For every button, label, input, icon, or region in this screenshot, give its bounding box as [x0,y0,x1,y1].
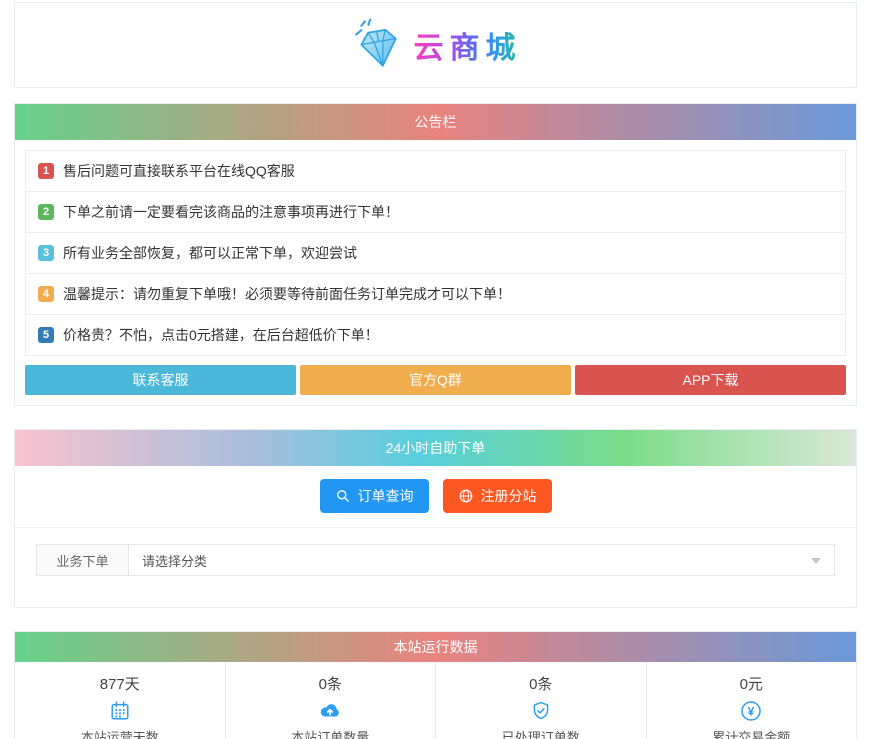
stats-section-title: 本站运行数据 [15,632,856,662]
notice-text: 所有业务全部恢复，都可以正常下单，欢迎尝试 [63,245,357,261]
contact-support-button[interactable]: 联系客服 [25,365,296,395]
notice-section: 公告栏 1 售后问题可直接联系平台在线QQ客服 2 下单之前请一定要看完该商品的… [14,103,857,406]
search-icon [335,488,351,504]
stat-value: 0条 [529,676,553,693]
notice-number-badge: 2 [38,204,54,220]
notice-text: 售后问题可直接联系平台在线QQ客服 [63,163,295,179]
order-section-title: 24小时自助下单 [15,430,856,466]
stat-label: 本站运营天数 [80,730,159,739]
notice-list: 1 售后问题可直接联系平台在线QQ客服 2 下单之前请一定要看完该商品的注意事项… [25,150,846,356]
order-query-label: 订单查询 [357,488,414,504]
order-query-button[interactable]: 订单查询 [319,479,429,513]
notice-number-badge: 4 [38,286,54,302]
shield-check-icon [436,699,646,723]
notice-text: 下单之前请一定要看完该商品的注意事项再进行下单！ [63,204,399,220]
yen-circle-icon: ¥ [647,699,857,723]
cloud-upload-icon [226,699,436,723]
globe-icon [458,488,474,504]
stat-value: 0条 [318,676,342,693]
register-substation-label: 注册分站 [480,488,537,504]
category-select[interactable]: 请选择分类 [128,544,835,576]
category-select-value: 请选择分类 [142,553,208,569]
official-qq-group-button[interactable]: 官方Q群 [300,365,571,395]
notice-item: 4 温馨提示：请勿重复下单哦！必须要等待前面任务订单完成才可以下单！ [26,274,845,315]
stat-value: 0元 [739,676,763,693]
calendar-icon [15,699,225,723]
notice-number-badge: 3 [38,245,54,261]
stat-label: 本站订单数量 [291,730,370,739]
notice-item: 1 售后问题可直接联系平台在线QQ客服 [26,151,845,192]
stat-label: 已处理订单数 [501,730,580,739]
stats-section: 本站运行数据 877天 本站运营天数 0条 本站订单数量 0条 已处理订单数 0… [14,631,857,739]
stat-total-amount: 0元 ¥ 累计交易金额 [647,662,857,739]
stats-body: 877天 本站运营天数 0条 本站订单数量 0条 已处理订单数 0元 ¥ 累计交… [15,662,856,739]
site-title: 云商城 [414,23,522,67]
site-header: 云商城 [14,2,857,88]
order-section: 24小时自助下单 订单查询 注册分站 业务下单 请选择分类 [14,429,857,608]
business-order-label: 业务下单 [36,544,128,576]
category-form-row: 业务下单 请选择分类 [36,544,835,576]
notice-body: 1 售后问题可直接联系平台在线QQ客服 2 下单之前请一定要看完该商品的注意事项… [15,140,856,405]
notice-section-title: 公告栏 [15,104,856,140]
stat-processed-orders: 0条 已处理订单数 [436,662,647,739]
order-form-area: 业务下单 请选择分类 [15,528,856,607]
chevron-down-icon [811,558,821,564]
notice-item: 2 下单之前请一定要看完该商品的注意事项再进行下单！ [26,192,845,233]
app-download-button[interactable]: APP下载 [575,365,846,395]
notice-item: 3 所有业务全部恢复，都可以正常下单，欢迎尝试 [26,233,845,274]
order-buttons-row: 订单查询 注册分站 [15,466,856,528]
svg-text:¥: ¥ [748,704,755,718]
notice-item: 5 价格贵？不怕，点击0元搭建，在后台超低价下单！ [26,315,845,356]
stat-order-count: 0条 本站订单数量 [226,662,436,739]
diamond-logo-icon [350,17,406,73]
register-substation-button[interactable]: 注册分站 [442,479,552,513]
stat-value: 877天 [99,676,140,693]
notice-text: 温馨提示：请勿重复下单哦！必须要等待前面任务订单完成才可以下单！ [63,286,511,302]
stat-label: 累计交易金额 [712,730,791,739]
stat-running-days: 877天 本站运营天数 [15,662,226,739]
notice-number-badge: 5 [38,327,54,343]
notice-text: 价格贵？不怕，点击0元搭建，在后台超低价下单！ [63,327,379,343]
page-container: 云商城 公告栏 1 售后问题可直接联系平台在线QQ客服 2 下单之前请一定要看完… [14,0,857,739]
notice-buttons-row: 联系客服 官方Q群 APP下载 [25,365,846,395]
notice-number-badge: 1 [38,163,54,179]
